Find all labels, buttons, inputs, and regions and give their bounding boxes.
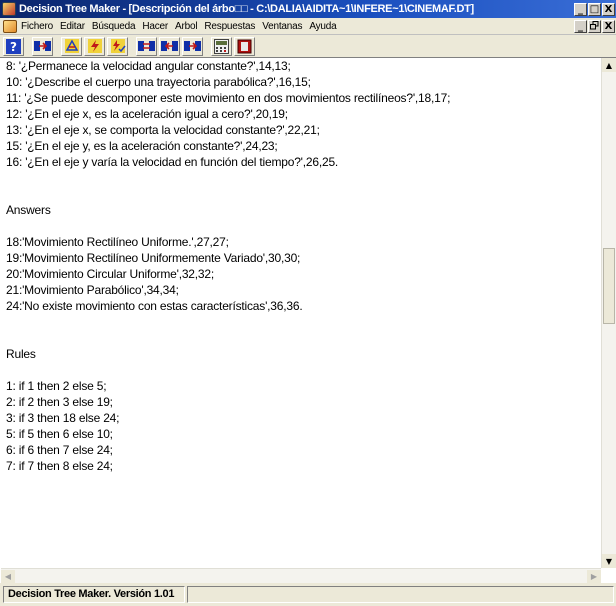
document-line: 11: '¿Se puede descomponer este movimien… bbox=[6, 91, 451, 105]
menu-bar: Fichero Editar Búsqueda Hacer Arbol Resp… bbox=[0, 18, 616, 35]
title-bar[interactable]: Decision Tree Maker - [Descripción del á… bbox=[0, 0, 616, 18]
node-swap-icon bbox=[161, 40, 178, 51]
document-line: 19:'Movimiento Rectilíneo Uniformemente … bbox=[6, 251, 301, 265]
node-join-button[interactable] bbox=[182, 36, 203, 56]
stop-button[interactable] bbox=[234, 36, 255, 56]
document-line: 8: '¿Permanece la velocidad angular cons… bbox=[6, 59, 291, 73]
document-line: 15: '¿En el eje y, es la aceleración con… bbox=[6, 139, 278, 153]
menu-arbol[interactable]: Arbol bbox=[175, 21, 198, 32]
document-line: 18:'Movimiento Rectilíneo Uniforme.',27,… bbox=[6, 235, 229, 249]
menu-busqueda[interactable]: Búsqueda bbox=[92, 21, 136, 32]
lightning-check-button[interactable] bbox=[107, 36, 128, 56]
restore-icon bbox=[590, 20, 599, 29]
scroll-down-arrow-icon[interactable]: ▼ bbox=[602, 554, 616, 568]
link-tree-button[interactable] bbox=[32, 36, 53, 56]
doc-close-button[interactable]: X bbox=[602, 19, 615, 33]
document-line: 12: '¿En el eje x, es la aceleración igu… bbox=[6, 107, 288, 121]
document-line: 3: if 3 then 18 else 24; bbox=[6, 411, 120, 425]
menu-ayuda[interactable]: Ayuda bbox=[309, 21, 336, 32]
document-line: 2: if 2 then 3 else 19; bbox=[6, 395, 113, 409]
vertical-scroll-thumb[interactable] bbox=[603, 248, 615, 324]
app-icon[interactable] bbox=[2, 2, 16, 16]
doc-restore-button[interactable] bbox=[588, 19, 601, 33]
inference-icon bbox=[64, 39, 79, 53]
horizontal-scrollbar[interactable]: ◀ ▶ bbox=[1, 568, 601, 583]
scroll-right-arrow-icon[interactable]: ▶ bbox=[587, 570, 601, 583]
document-line: Rules bbox=[6, 347, 36, 361]
toolbar: ? bbox=[0, 35, 616, 58]
node-join-icon bbox=[184, 40, 201, 51]
document-line: 1: if 1 then 2 else 5; bbox=[6, 379, 107, 393]
menu-respuestas[interactable]: Respuestas bbox=[204, 21, 255, 32]
document-icon[interactable] bbox=[3, 19, 17, 33]
document-line: 13: '¿En el eje x, se comporta la veloci… bbox=[6, 123, 320, 137]
lightning-check-icon bbox=[110, 39, 126, 53]
document-window-controls: _ X bbox=[574, 19, 615, 33]
minimize-button[interactable]: _ bbox=[574, 2, 587, 16]
document-text-area[interactable]: 8: '¿Permanece la velocidad angular cons… bbox=[1, 58, 601, 568]
svg-text:?: ? bbox=[10, 40, 17, 54]
document-line: 20:'Movimiento Circular Uniforme',32,32; bbox=[6, 267, 215, 281]
lightning-icon bbox=[87, 39, 102, 53]
document-line: 21:'Movimiento Parabólico',34,34; bbox=[6, 283, 179, 297]
calculator-button[interactable] bbox=[211, 36, 232, 56]
node-link-icon bbox=[138, 40, 155, 51]
document-line: 24:'No existe movimiento con estas carac… bbox=[6, 299, 303, 313]
document-line: Answers bbox=[6, 203, 51, 217]
scroll-left-arrow-icon[interactable]: ◀ bbox=[1, 570, 15, 583]
help-icon: ? bbox=[6, 38, 21, 54]
stop-icon bbox=[237, 39, 252, 53]
vertical-scrollbar[interactable]: ▲ ▼ bbox=[601, 58, 616, 568]
maximize-button[interactable]: □ bbox=[588, 2, 601, 16]
window-controls: _ □ X bbox=[574, 2, 615, 16]
document-line: 10: '¿Describe el cuerpo una trayectoria… bbox=[6, 75, 311, 89]
doc-minimize-button[interactable]: _ bbox=[574, 19, 587, 33]
status-text: Decision Tree Maker. Versión 1.01 bbox=[3, 586, 185, 603]
link-tree-icon bbox=[34, 40, 51, 51]
document-line: 5: if 5 then 6 else 10; bbox=[6, 427, 113, 441]
status-bar: Decision Tree Maker. Versión 1.01 bbox=[0, 583, 616, 606]
inference-button[interactable] bbox=[61, 36, 82, 56]
document-line: 7: if 7 then 8 else 24; bbox=[6, 459, 113, 473]
menu-hacer[interactable]: Hacer bbox=[142, 21, 168, 32]
node-swap-button[interactable] bbox=[159, 36, 180, 56]
calculator-icon bbox=[214, 38, 229, 54]
status-panel-empty bbox=[187, 586, 614, 603]
menu-ventanas[interactable]: Ventanas bbox=[262, 21, 302, 32]
close-button[interactable]: X bbox=[602, 2, 615, 16]
lightning-button[interactable] bbox=[84, 36, 105, 56]
window-title: Decision Tree Maker - [Descripción del á… bbox=[19, 3, 474, 15]
scroll-up-arrow-icon[interactable]: ▲ bbox=[602, 58, 616, 72]
menu-editar[interactable]: Editar bbox=[60, 21, 85, 32]
menu-fichero[interactable]: Fichero bbox=[21, 21, 53, 32]
help-button[interactable]: ? bbox=[3, 36, 24, 56]
document-line: 16: '¿En el eje y varía la velocidad en … bbox=[6, 155, 339, 169]
node-link-button[interactable] bbox=[136, 36, 157, 56]
document-line: 6: if 6 then 7 else 24; bbox=[6, 443, 113, 457]
